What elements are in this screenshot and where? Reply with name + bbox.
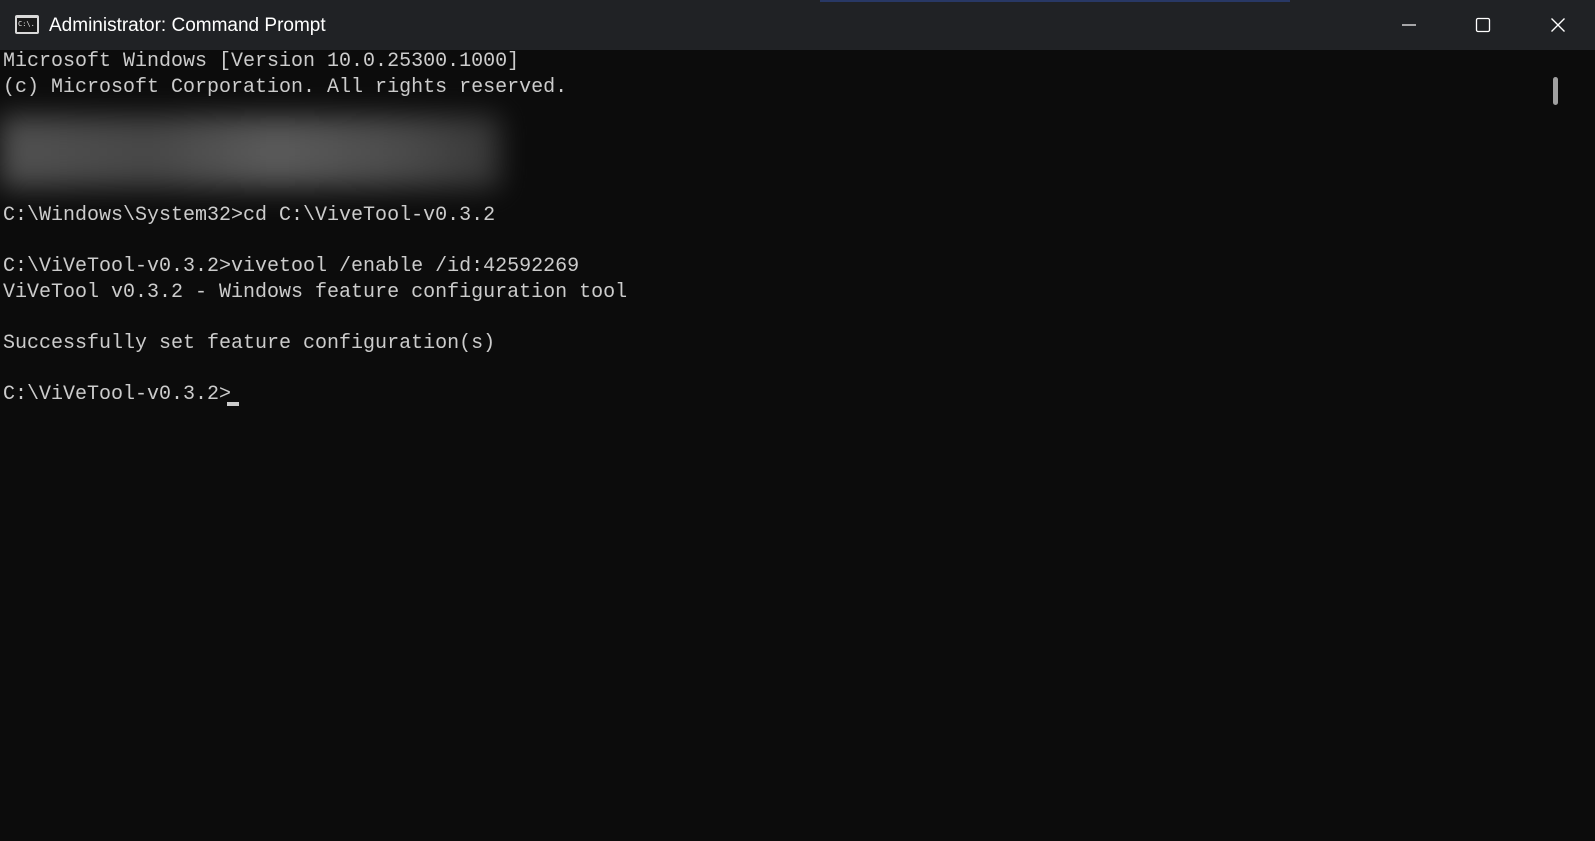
minimize-button[interactable] (1372, 0, 1446, 50)
maximize-icon (1475, 17, 1491, 33)
console-line-success: Successfully set feature configuration(s… (3, 332, 496, 355)
console-line-vivetool-command: C:\ViVeTool-v0.3.2>vivetool /enable /id:… (3, 255, 580, 278)
blurred-redaction (0, 116, 500, 188)
command-prompt-icon[interactable]: C:\. (15, 15, 39, 34)
close-icon (1551, 18, 1565, 32)
close-button[interactable] (1521, 0, 1595, 50)
console-line-vivetool-banner: ViVeTool v0.3.2 - Windows feature config… (3, 281, 628, 304)
scrollbar-thumb[interactable] (1553, 77, 1558, 105)
console-line-version: Microsoft Windows [Version 10.0.25300.10… (3, 50, 520, 73)
text-cursor (227, 402, 239, 406)
console-line-cd-command: C:\Windows\System32>cd C:\ViveTool-v0.3.… (3, 204, 496, 227)
command-prompt-icon-text: C:\. (17, 18, 37, 32)
console-output[interactable]: Microsoft Windows [Version 10.0.25300.10… (0, 50, 1568, 841)
maximize-button[interactable] (1446, 0, 1520, 50)
window-title: Administrator: Command Prompt (49, 15, 326, 36)
command-prompt-window: C:\. Administrator: Command Prompt Micro… (0, 0, 1595, 841)
console-prompt[interactable]: C:\ViVeTool-v0.3.2> (3, 383, 231, 407)
minimize-icon (1402, 24, 1416, 26)
console-line-copyright: (c) Microsoft Corporation. All rights re… (3, 76, 568, 99)
title-bar[interactable]: C:\. Administrator: Command Prompt (0, 0, 1595, 50)
scrollbar[interactable] (1568, 50, 1595, 841)
